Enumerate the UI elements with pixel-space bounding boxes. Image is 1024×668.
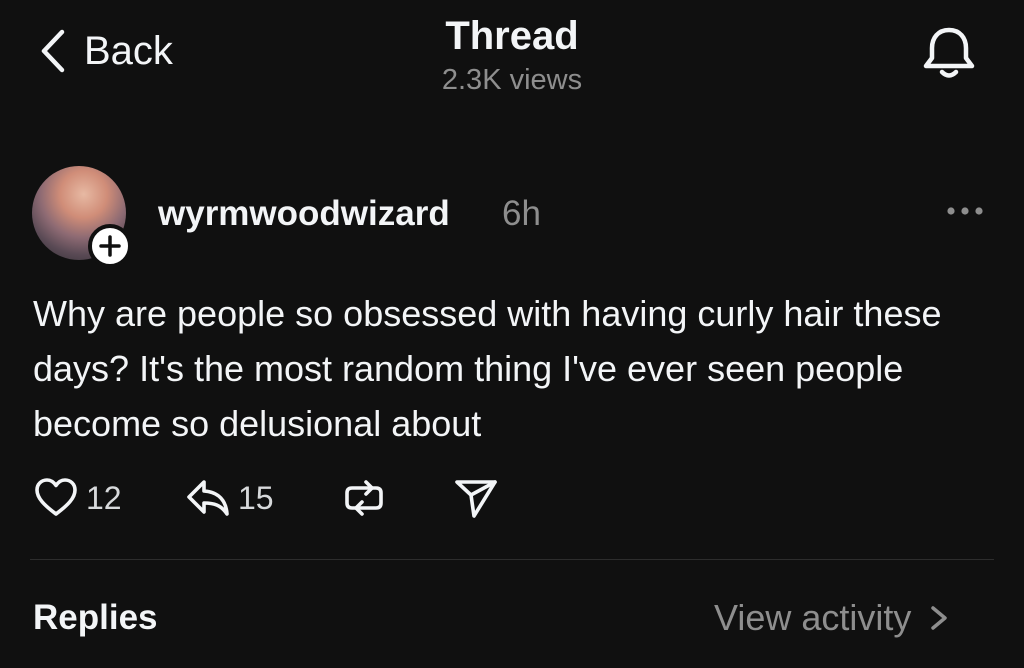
view-activity-link[interactable]: View activity [714,594,953,642]
chevron-right-icon [931,606,948,630]
plus-icon [99,235,121,257]
share-button[interactable] [452,474,500,522]
send-icon [455,480,497,518]
page-title: Thread [445,14,579,58]
divider [30,559,994,560]
like-count: 12 [86,480,122,516]
reply-button[interactable]: 15 [184,474,274,522]
reply-count: 15 [238,480,274,516]
header-title-block: Thread 2.3K views [0,12,1024,98]
post-text: Why are people so obsessed with having c… [33,293,942,444]
bell-icon[interactable] [918,22,980,84]
heart-icon [35,478,77,516]
username[interactable]: wyrmwoodwizard [158,190,450,238]
post-timestamp: 6h [502,194,541,233]
like-button[interactable]: 12 [32,474,122,522]
replies-heading: Replies [33,598,158,637]
repost-icon [345,480,383,516]
view-count: 2.3K views [441,64,583,96]
repost-button[interactable] [340,474,388,522]
reply-icon [187,480,229,516]
view-activity-label: View activity [714,597,912,638]
more-horizontal-icon[interactable] [944,196,986,226]
follow-button[interactable] [88,224,132,268]
